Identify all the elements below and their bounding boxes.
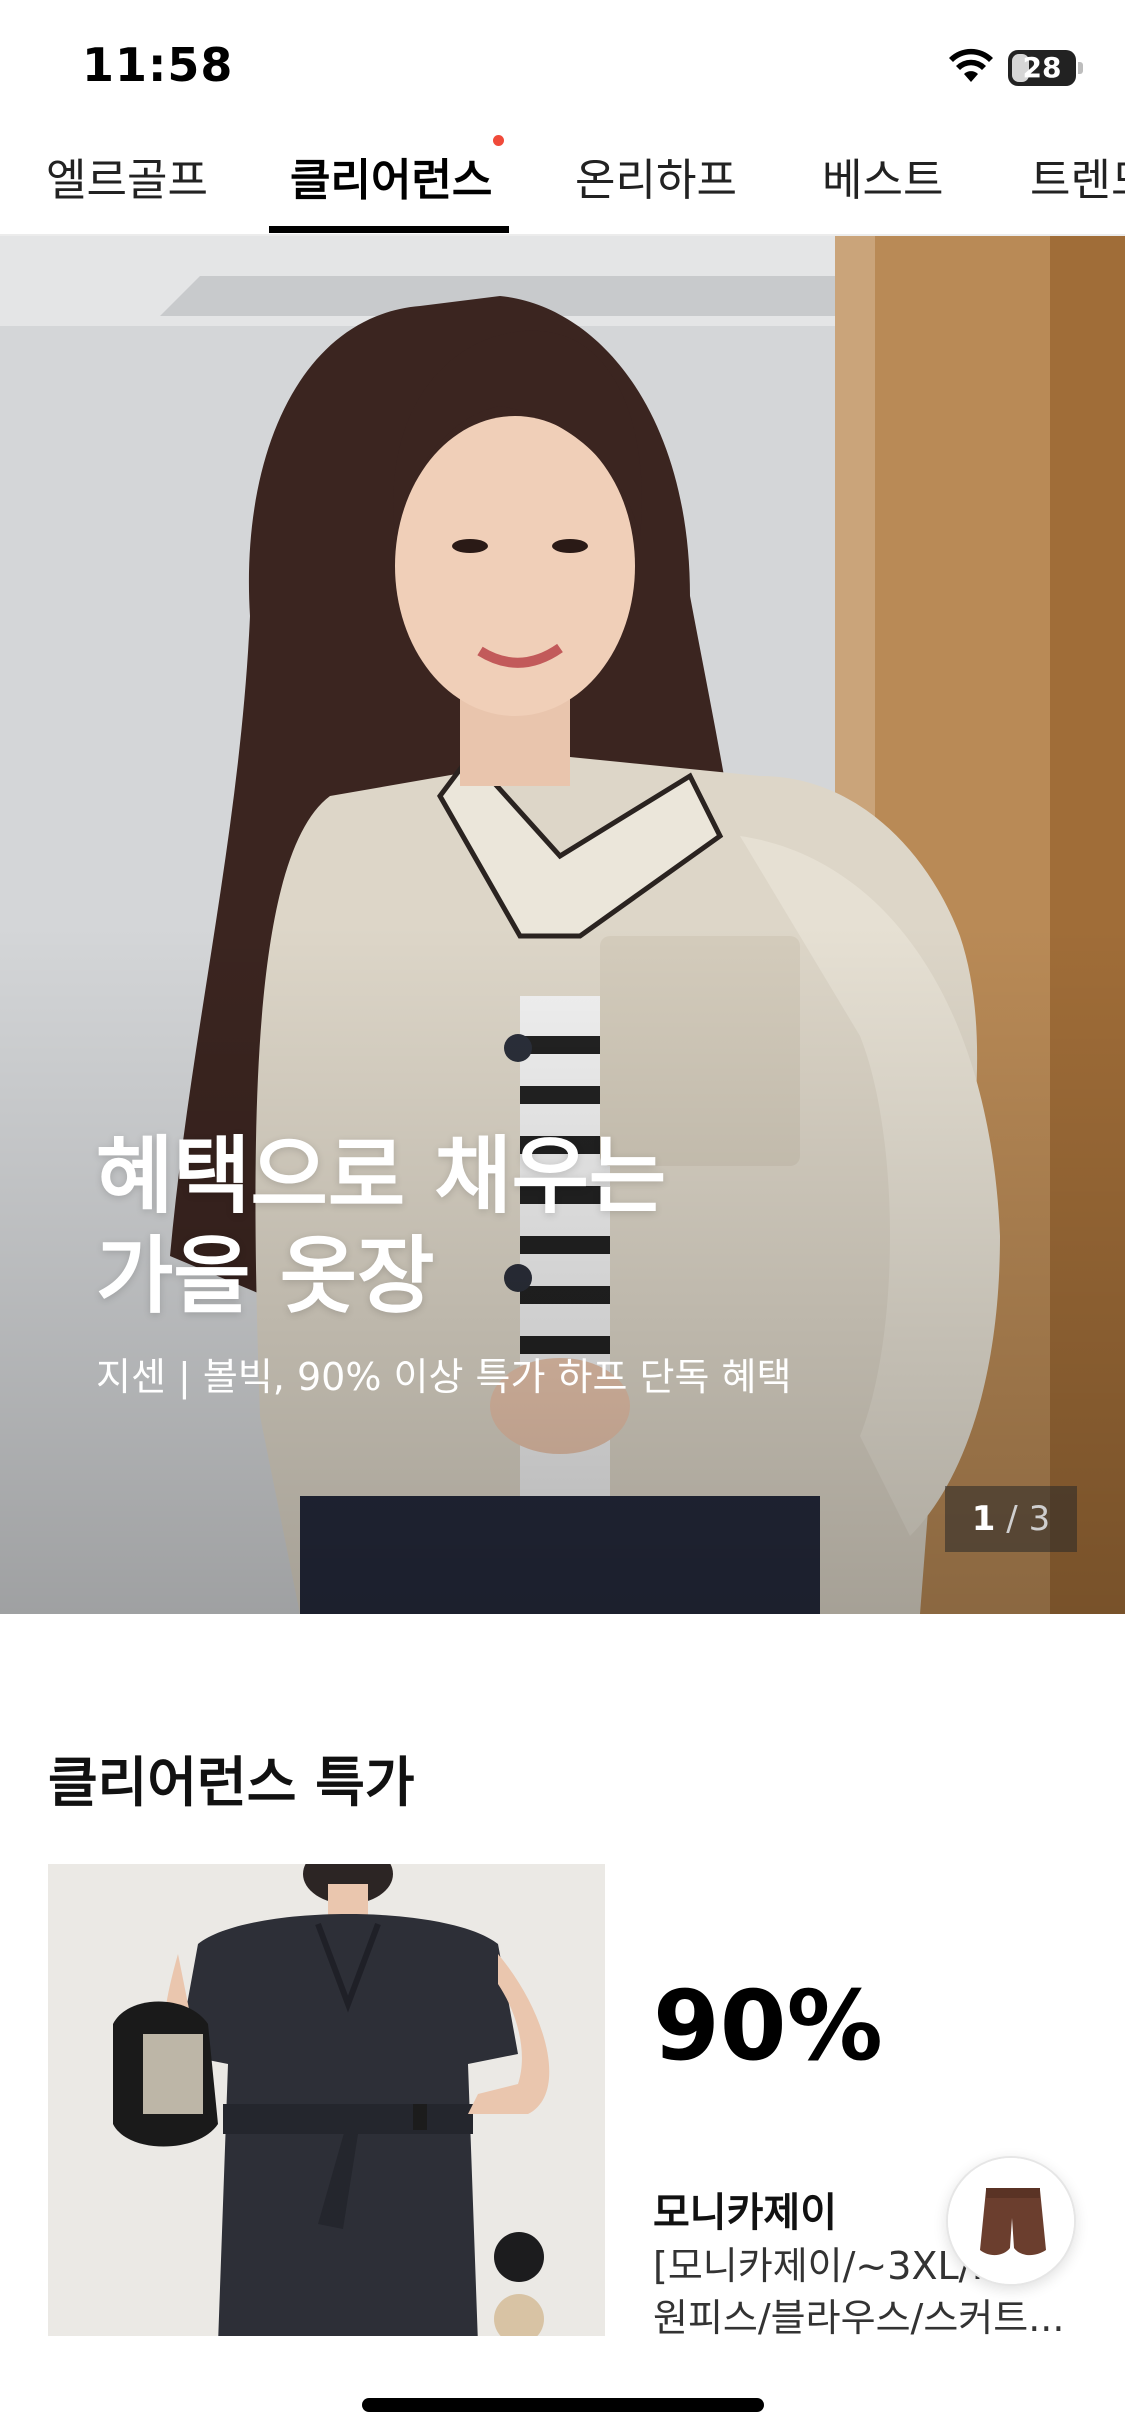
status-time: 11:58 <box>82 38 234 92</box>
status-bar: 11:58 28 <box>0 0 1125 120</box>
wifi-icon <box>949 48 993 82</box>
hero-page-separator: / <box>1006 1499 1018 1539</box>
tab-elle-golf[interactable]: 엘르골프 <box>46 144 208 234</box>
product-brand[interactable]: 모니카제이 <box>653 2180 837 2238</box>
color-swatch-black[interactable] <box>494 2232 544 2282</box>
bottom-safe-area <box>0 2336 1125 2436</box>
product-image[interactable] <box>48 1864 605 2344</box>
active-tab-indicator <box>269 226 509 233</box>
tab-only-half[interactable]: 온리하프 <box>575 144 737 234</box>
new-badge-dot <box>493 135 504 146</box>
category-tab-bar: 엘르골프 클리어런스 온리하프 베스트 트렌드 <box>0 120 1125 236</box>
battery-tip <box>1078 62 1083 74</box>
tab-best[interactable]: 베스트 <box>822 144 943 234</box>
discount-rate: 90% <box>653 1970 883 2082</box>
tab-trend[interactable]: 트렌드 <box>1030 144 1125 234</box>
hero-title-line-2: 가을 옷장 <box>96 1227 435 1325</box>
hero-page-total: 3 <box>1028 1499 1051 1539</box>
tab-clearance[interactable]: 클리어런스 <box>290 144 492 234</box>
recent-item-thumbnail <box>948 2158 1074 2284</box>
hero-model-photo <box>0 236 1125 1614</box>
hero-title: 혜택으로 채우는 가을 옷장 <box>96 1126 666 1326</box>
hero-page-counter: 1 / 3 <box>945 1486 1077 1552</box>
home-indicator[interactable] <box>362 2398 764 2412</box>
hero-page-current: 1 <box>971 1499 996 1539</box>
hero-banner[interactable]: 혜택으로 채우는 가을 옷장 지센 | 볼빅, 90% 이상 특가 하프 단독 … <box>0 236 1125 1614</box>
battery-percentage: 28 <box>1022 51 1062 84</box>
recent-item-button[interactable] <box>946 2156 1076 2286</box>
section-title: 클리어런스 특가 <box>48 1751 415 1814</box>
hero-subtitle: 지센 | 볼빅, 90% 이상 특가 하프 단독 혜택 <box>96 1355 792 1399</box>
hero-title-line-1: 혜택으로 채우는 <box>96 1127 667 1225</box>
app-screen: 11:58 28 엘르골프 클리어런스 온리하프 베스트 트렌드 <box>0 0 1125 2436</box>
battery-icon: 28 <box>1008 50 1076 86</box>
